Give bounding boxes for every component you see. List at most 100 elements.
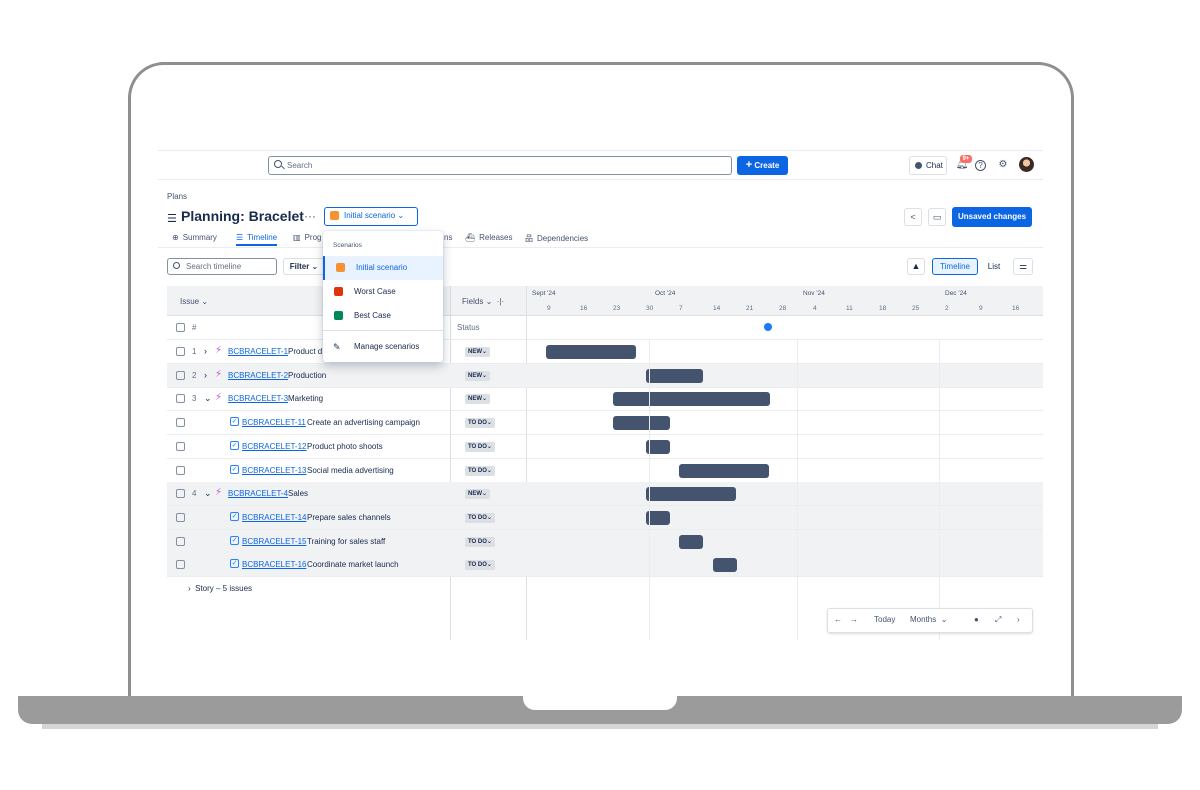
table-row[interactable]: ✓ BCBRACELET-14 Prepare sales channels TO D…: [167, 506, 1043, 530]
gear-icon[interactable]: ⚙: [996, 158, 1010, 172]
create-button[interactable]: + Create: [737, 156, 788, 175]
fields-column-header[interactable]: Fields ⌄ ·|·: [462, 297, 504, 306]
months-select[interactable]: Months ⌄: [910, 615, 947, 624]
chevron-down-icon[interactable]: ⌄: [204, 488, 212, 499]
issue-summary: Product d: [288, 347, 323, 356]
scenario-option-worst[interactable]: Worst Case: [323, 280, 443, 304]
list-view-button[interactable]: List: [983, 258, 1005, 275]
table-row[interactable]: ✓ BCBRACELET-12 Product photo shoots TO DO⌄: [167, 435, 1043, 459]
share-icon[interactable]: <: [904, 208, 922, 226]
status-lozenge[interactable]: TO DO⌄: [465, 560, 495, 570]
row-checkbox[interactable]: [176, 537, 185, 546]
issue-key-link[interactable]: BCBRACELET-3: [228, 394, 288, 403]
arrow-left-icon[interactable]: ←: [834, 615, 842, 624]
issue-key-link[interactable]: BCBRACELET-11: [242, 418, 306, 427]
chevron-right-icon[interactable]: ›: [204, 346, 207, 356]
select-all-checkbox[interactable]: [176, 323, 185, 332]
today-marker: [764, 323, 772, 331]
table-row[interactable]: ✓ BCBRACELET-11 Create an advertising camp…: [167, 411, 1043, 435]
more-icon[interactable]: ···: [304, 209, 316, 223]
status-lozenge[interactable]: NEW⌄: [465, 489, 491, 499]
column-resize-icon[interactable]: ·|·: [497, 297, 504, 306]
issue-key-link[interactable]: BCBRACELET-14: [242, 513, 306, 522]
row-checkbox[interactable]: [176, 513, 185, 522]
row-checkbox[interactable]: [176, 442, 185, 451]
tab-dependencies[interactable]: 品 Dependencies: [525, 233, 588, 244]
row-checkbox[interactable]: [176, 371, 185, 380]
timeline-controls: ← → Today Months ⌄ ● ⤢ ›: [827, 608, 1033, 633]
chevron-down-icon[interactable]: ⌄: [204, 393, 212, 404]
issue-key-link[interactable]: BCBRACELET-12: [242, 442, 306, 451]
scenario-option-best[interactable]: Best Case: [323, 304, 443, 328]
table-row[interactable]: 2 › ⚡︎ BCBRACELET-2 Production NEW⌄: [167, 364, 1043, 388]
chat-button[interactable]: Chat: [909, 156, 947, 175]
timeline-bar[interactable]: [613, 416, 670, 430]
table-row[interactable]: ✓ BCBRACELET-15 Training for sales staff TO…: [167, 530, 1043, 554]
row-checkbox[interactable]: [176, 347, 185, 356]
timeline-bar[interactable]: [613, 392, 770, 406]
epic-icon: ⚡︎: [215, 345, 223, 356]
status-label: NEW: [468, 373, 482, 379]
issue-key-link[interactable]: BCBRACELET-2: [228, 371, 288, 380]
timeline-bar[interactable]: [679, 464, 769, 478]
tab-program[interactable]: ▥ Prog: [293, 233, 321, 242]
arrow-right-icon[interactable]: →: [850, 615, 858, 624]
table-row[interactable]: ✓ BCBRACELET-13 Social media advertising TO…: [167, 459, 1043, 483]
manage-scenarios-item[interactable]: ✎ Manage scenarios: [323, 335, 443, 359]
tab-teams[interactable]: ns: [444, 233, 452, 242]
status-lozenge[interactable]: TO DO⌄: [465, 513, 495, 523]
row-checkbox[interactable]: [176, 394, 185, 403]
chevron-right-icon[interactable]: ›: [1017, 615, 1020, 624]
tab-releases[interactable]: ⛴ Releases: [465, 233, 513, 242]
help-icon[interactable]: ?: [975, 160, 986, 171]
status-lozenge[interactable]: TO DO⌄: [465, 418, 495, 428]
row-checkbox[interactable]: [176, 418, 185, 427]
issue-key-link[interactable]: BCBRACELET-15: [242, 537, 306, 546]
timeline-search-input[interactable]: Search timeline: [167, 258, 277, 275]
scenario-selector[interactable]: Initial scenario ⌄: [324, 207, 418, 226]
unsaved-changes-button[interactable]: Unsaved changes: [952, 207, 1032, 227]
timeline-bar[interactable]: [679, 535, 703, 549]
row-checkbox[interactable]: [176, 489, 185, 498]
table-row[interactable]: 3 ⌄ ⚡︎ BCBRACELET-3 Marketing NEW⌄: [167, 387, 1043, 411]
today-button[interactable]: Today: [874, 615, 895, 624]
status-lozenge[interactable]: TO DO⌄: [465, 466, 495, 476]
status-lozenge[interactable]: TO DO⌄: [465, 537, 495, 547]
table-row[interactable]: ✓ BCBRACELET-16 Coordinate market launch TO…: [167, 553, 1043, 577]
breadcrumb[interactable]: Plans: [167, 192, 187, 201]
timeline-bar[interactable]: [646, 369, 703, 383]
timeline-bar[interactable]: [546, 345, 636, 359]
warning-icon[interactable]: ▲: [907, 258, 925, 275]
issue-key-link[interactable]: BCBRACELET-1: [228, 347, 288, 356]
comment-icon[interactable]: ▭: [928, 208, 946, 226]
issue-column-header[interactable]: Issue ⌄: [180, 297, 208, 306]
scenario-option-initial[interactable]: Initial scenario: [323, 256, 443, 280]
avatar[interactable]: [1019, 157, 1034, 172]
info-icon[interactable]: ●: [974, 615, 979, 624]
status-lozenge[interactable]: NEW⌄: [465, 371, 491, 381]
row-checkbox[interactable]: [176, 466, 185, 475]
expand-icon[interactable]: ⤢: [995, 615, 1001, 625]
timeline-view-button[interactable]: Timeline: [932, 258, 978, 275]
status-label: TO DO: [468, 562, 487, 568]
tab-timeline[interactable]: ☰ Timeline: [236, 233, 278, 246]
row-checkbox[interactable]: [176, 560, 185, 569]
chevron-right-icon[interactable]: ›: [204, 370, 207, 380]
view-settings-icon[interactable]: ⚌: [1013, 258, 1033, 275]
day-label: 25: [912, 305, 920, 312]
tab-summary[interactable]: ⊕ Summary: [172, 233, 217, 242]
status-lozenge[interactable]: NEW⌄: [465, 394, 491, 404]
issue-key-link[interactable]: BCBRACELET-4: [228, 489, 288, 498]
tab-teams-label: ns: [444, 233, 453, 242]
scenario-dropdown: Scenarios Initial scenario Worst Case Be…: [323, 231, 443, 362]
status-lozenge[interactable]: TO DO⌄: [465, 442, 495, 452]
global-search-input[interactable]: Search: [268, 156, 732, 175]
table-row[interactable]: 4 ⌄ ⚡︎ BCBRACELET-4 Sales NEW⌄: [167, 482, 1043, 506]
timeline-bar[interactable]: [713, 558, 737, 572]
timeline-bar[interactable]: [646, 487, 736, 501]
story-group-row[interactable]: › Story – 5 issues: [188, 584, 252, 593]
status-lozenge[interactable]: NEW⌄: [465, 347, 491, 357]
issue-key-link[interactable]: BCBRACELET-16: [242, 560, 306, 569]
issue-key-link[interactable]: BCBRACELET-13: [242, 466, 306, 475]
filter-button[interactable]: Filter ⌄: [283, 258, 325, 275]
